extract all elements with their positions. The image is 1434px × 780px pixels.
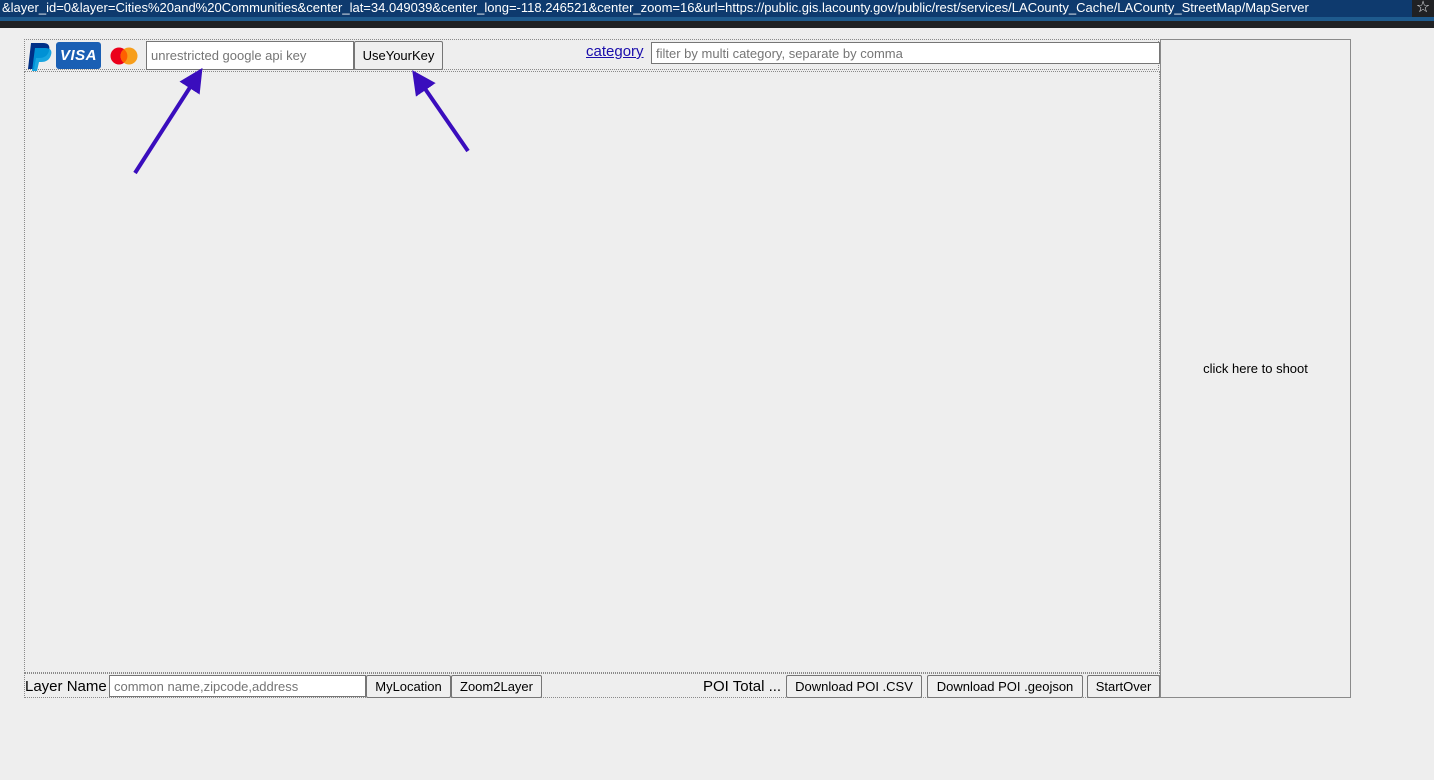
category-link[interactable]: category (586, 43, 644, 60)
poi-total-label: POI Total ... (703, 678, 782, 695)
api-key-input[interactable] (146, 41, 354, 70)
layer-name-label: Layer Name (25, 678, 107, 695)
start-over-button[interactable]: StartOver (1087, 675, 1160, 698)
zoom-to-layer-button[interactable]: Zoom2Layer (451, 675, 542, 698)
layer-search-input[interactable] (109, 675, 366, 697)
paypal-icon[interactable] (25, 41, 55, 71)
visa-icon[interactable]: VISA (56, 42, 101, 69)
download-geojson-button[interactable]: Download POI .geojson (927, 675, 1083, 698)
star-icon[interactable]: ☆ (1412, 0, 1434, 18)
url-text[interactable]: &layer_id=0&layer=Cities%20and%20Communi… (0, 0, 1412, 17)
my-location-button[interactable]: MyLocation (366, 675, 451, 698)
mastercard-icon[interactable] (107, 45, 141, 67)
download-csv-button[interactable]: Download POI .CSV (786, 675, 922, 698)
bottom-toolbar: Layer Name MyLocation Zoom2Layer POI Tot… (24, 673, 1160, 698)
side-panel: click here to shoot (1160, 39, 1351, 698)
map-canvas[interactable] (24, 71, 1160, 673)
top-toolbar: VISA UseYourKey category (24, 39, 1160, 71)
use-your-key-button[interactable]: UseYourKey (354, 41, 443, 70)
shoot-button[interactable]: click here to shoot (1161, 40, 1350, 697)
browser-address-bar[interactable]: &layer_id=0&layer=Cities%20and%20Communi… (0, 0, 1434, 28)
url-bar-underline (0, 17, 1434, 21)
category-filter-input[interactable] (651, 42, 1160, 64)
